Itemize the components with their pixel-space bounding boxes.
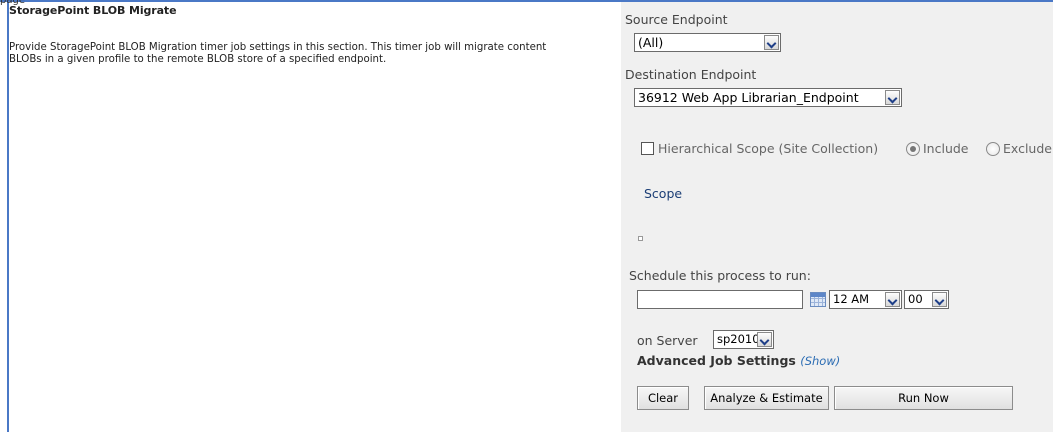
section-title: StoragePoint BLOB Migrate <box>9 4 177 17</box>
hierarchical-scope-label: Hierarchical Scope (Site Collection) <box>658 141 879 156</box>
source-endpoint-select[interactable]: (All) <box>634 33 781 52</box>
source-endpoint-value: (All) <box>638 35 664 50</box>
section-description-panel: StoragePoint BLOB Migrate Provide Storag… <box>9 2 621 432</box>
include-label: Include <box>923 141 969 156</box>
server-label: on Server <box>637 333 698 348</box>
scope-tree-node-icon <box>638 236 643 241</box>
hierarchical-scope-checkbox[interactable] <box>641 142 654 155</box>
chevron-down-icon[interactable] <box>885 292 900 307</box>
destination-endpoint-value: 36912 Web App Librarian_Endpoint <box>638 90 859 105</box>
hour-value: 12 AM <box>833 292 870 306</box>
show-advanced-link[interactable]: (Show) <box>800 354 840 368</box>
chevron-down-icon[interactable] <box>757 332 772 347</box>
minute-select[interactable]: 00 <box>904 290 949 309</box>
advanced-job-settings: Advanced Job Settings (Show) <box>637 353 840 368</box>
include-radio[interactable] <box>906 142 920 156</box>
analyze-estimate-button[interactable]: Analyze & Estimate <box>704 386 829 410</box>
calendar-icon[interactable] <box>810 292 826 307</box>
destination-endpoint-select[interactable]: 36912 Web App Librarian_Endpoint <box>634 88 902 107</box>
hour-select[interactable]: 12 AM <box>829 290 902 309</box>
run-now-button[interactable]: Run Now <box>834 386 1013 410</box>
exclude-radio[interactable] <box>986 142 1000 156</box>
chevron-down-icon[interactable] <box>764 35 779 50</box>
clear-button[interactable]: Clear <box>637 386 689 410</box>
schedule-date-input[interactable] <box>637 290 803 309</box>
schedule-label: Schedule this process to run: <box>629 268 811 283</box>
chevron-down-icon[interactable] <box>932 292 947 307</box>
section-description: Provide StoragePoint BLOB Migration time… <box>9 42 547 65</box>
settings-panel: Source Endpoint (All) Destination Endpoi… <box>621 2 1053 432</box>
minute-value: 00 <box>908 292 923 306</box>
chevron-down-icon[interactable] <box>885 90 900 105</box>
scope-label: Scope <box>644 186 683 201</box>
destination-endpoint-label: Destination Endpoint <box>625 67 757 82</box>
server-value: sp2010 <box>717 332 760 346</box>
advanced-job-settings-label: Advanced Job Settings <box>637 353 796 368</box>
server-select[interactable]: sp2010 <box>713 330 774 349</box>
exclude-label: Exclude <box>1003 141 1052 156</box>
source-endpoint-label: Source Endpoint <box>625 12 728 27</box>
